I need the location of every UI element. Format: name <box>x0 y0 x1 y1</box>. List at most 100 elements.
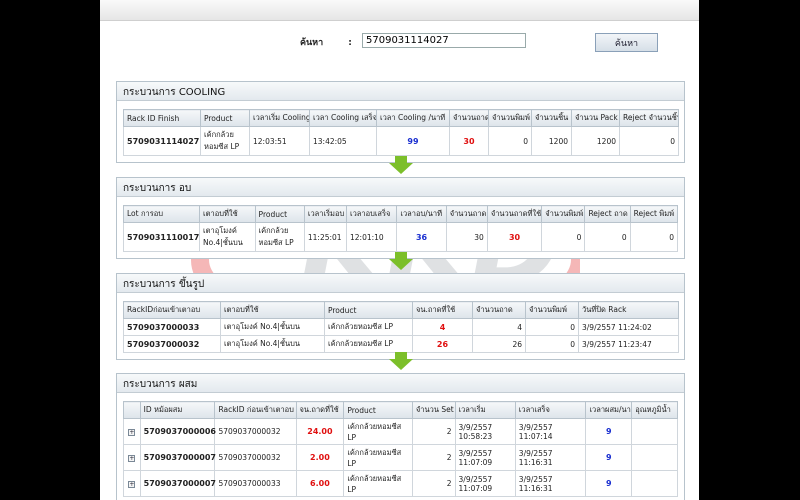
bake-panel: กระบวนการ อบ Lot การอบ เตาอบที่ใช้ Produ… <box>116 177 685 259</box>
column-header[interactable]: เวลาเริ่ม <box>454 401 516 419</box>
end-time-cell: 3/9/2557 11:16:31 <box>514 470 587 497</box>
mixing-panel: กระบวนการ ผสม ID หม้อผสม RackID ก่อนเข้า… <box>116 373 685 500</box>
column-header[interactable]: เวลาเสร็จ <box>514 401 587 419</box>
rack-id-cell: 5709031114027 <box>123 126 201 156</box>
end-time-cell: 3/9/2557 11:07:14 <box>514 418 587 445</box>
product-cell: เค้กกล้วยหอมซีส LP <box>324 318 413 336</box>
closed-date-cell: 3/9/2557 11:23:47 <box>578 335 679 353</box>
column-header[interactable]: Product <box>254 205 305 223</box>
column-header[interactable]: RackIDก่อนเข้าเตาอบ <box>123 301 221 319</box>
sets-cell: 2 <box>411 444 456 471</box>
expand-plus-icon[interactable]: + <box>128 481 136 488</box>
minutes-cell: 9 <box>585 418 633 445</box>
column-header[interactable]: อุณหภูมิน้ำ <box>631 401 678 419</box>
water-temp-cell <box>631 470 678 497</box>
column-header[interactable]: จำนวนถาด <box>449 109 489 127</box>
search-bar: ค้นหา : ค้นหา <box>100 33 699 53</box>
start-time-cell: 12:03:51 <box>249 126 310 156</box>
column-header[interactable]: เวลาอบเสร็จ <box>346 205 398 223</box>
forming-table: RackIDก่อนเข้าเตาอบ เตาอบที่ใช้ Product … <box>123 301 679 353</box>
column-header[interactable]: เวลา Cooling /นาที <box>376 109 450 127</box>
start-time-cell: 3/9/2557 11:07:09 <box>454 470 516 497</box>
search-button[interactable]: ค้นหา <box>595 33 658 52</box>
column-header[interactable]: จำนวนพิมพ์ <box>488 109 532 127</box>
column-header[interactable]: Product <box>200 109 250 127</box>
prints-cell: 0 <box>525 318 579 336</box>
column-header[interactable]: จำนวนพิมพ์ <box>525 301 579 319</box>
minutes-cell: 9 <box>585 444 633 471</box>
sets-cell: 2 <box>411 418 456 445</box>
table-row[interactable]: 5709037000032 เตาอุโมงค์ No.4|ชั้นบน เค้… <box>123 335 679 353</box>
trays-cell: 30 <box>449 126 489 156</box>
table-row[interactable]: 5709037000033 เตาอุโมงค์ No.4|ชั้นบน เค้… <box>123 318 679 336</box>
column-header[interactable]: Reject พิมพ์ <box>629 205 679 223</box>
column-header[interactable]: เตาอบที่ใช้ <box>220 301 325 319</box>
column-header[interactable]: เวลาผสม/นาที <box>585 401 633 419</box>
column-header[interactable]: เวลาเริ่ม Cooling <box>249 109 310 127</box>
mixer-id-cell: 5709037000007 <box>139 444 216 471</box>
column-header[interactable]: Product <box>324 301 413 319</box>
expand-plus-icon[interactable]: + <box>128 429 136 436</box>
product-cell: เค้กกล้วยหอมซีส LP <box>324 335 413 353</box>
column-header[interactable]: จำนวนถาดที่ใช้ <box>486 205 543 223</box>
column-header[interactable]: จำนวน Pack <box>571 109 620 127</box>
column-header[interactable]: RackID ก่อนเข้าเตาอบ <box>214 401 297 419</box>
end-time-cell: 12:01:10 <box>346 222 398 252</box>
prints-cell: 0 <box>525 335 579 353</box>
column-header[interactable]: ID หม้อผสม <box>139 401 216 419</box>
closed-date-cell: 3/9/2557 11:24:02 <box>578 318 679 336</box>
column-header[interactable]: วันที่ปิด Rack <box>578 301 679 319</box>
column-header[interactable]: Reject ถาด <box>584 205 631 223</box>
column-header[interactable]: จำนวนถาด <box>472 301 526 319</box>
table-row[interactable]: + 5709037000007 5709037000033 6.00 เค้กก… <box>123 470 678 497</box>
start-time-cell: 11:25:01 <box>303 222 348 252</box>
column-header[interactable]: เวลาอบ/นาที <box>396 205 447 223</box>
column-header[interactable]: Product <box>343 401 413 419</box>
lot-cell: 5709031110017 <box>122 222 201 252</box>
flow-arrow-down-icon <box>389 156 413 174</box>
mixing-panel-title: กระบวนการ ผสม <box>117 374 684 393</box>
column-header[interactable]: จำนวนถาด <box>445 205 488 223</box>
column-header[interactable]: จำนวน Set <box>411 401 456 419</box>
prints-cell: 0 <box>541 222 586 252</box>
start-time-cell: 3/9/2557 11:07:09 <box>454 444 516 471</box>
column-header[interactable]: เวลาเริ่มอบ <box>303 205 348 223</box>
end-time-cell: 3/9/2557 11:16:31 <box>514 444 587 471</box>
column-header[interactable]: เตาอบที่ใช้ <box>199 205 256 223</box>
flow-arrow-down-icon <box>389 352 413 370</box>
oven-cell: เตาอุโมงค์ No.4|ชั้นบน <box>199 222 256 252</box>
minutes-cell: 36 <box>396 222 447 252</box>
oven-cell: เตาอุโมงค์ No.4|ชั้นบน <box>220 318 325 336</box>
cooling-table: Rack ID Finish Product เวลาเริ่ม Cooling… <box>123 109 679 156</box>
column-header[interactable]: Rack ID Finish <box>123 109 201 127</box>
table-row[interactable]: 5709031110017 เตาอุโมงค์ No.4|ชั้นบน เค้… <box>122 222 679 252</box>
pieces-cell: 1200 <box>531 126 572 156</box>
column-header[interactable]: จน.ถาดที่ใช้ <box>295 401 345 419</box>
water-temp-cell <box>631 444 678 471</box>
expand-row-cell: + <box>123 444 141 471</box>
trays-used-cell: 26 <box>412 335 473 353</box>
trays-cell: 26 <box>472 335 526 353</box>
table-row[interactable]: 5709031114027 เค้กกล้วยหอมซีส LP 12:03:5… <box>123 126 679 156</box>
trays-used-cell: 4 <box>412 318 473 336</box>
column-header[interactable]: Lot การอบ <box>122 205 201 223</box>
table-row[interactable]: + 5709037000007 5709037000032 2.00 เค้กก… <box>123 444 678 471</box>
packs-cell: 1200 <box>571 126 620 156</box>
column-header[interactable]: จำนวนพิมพ์ <box>541 205 586 223</box>
search-input[interactable] <box>362 33 526 48</box>
column-header[interactable]: จน.ถาดที่ใช้ <box>412 301 473 319</box>
product-cell: เค้กกล้วยหอมซีส LP <box>254 222 305 252</box>
reject-cell: 0 <box>619 126 679 156</box>
expand-plus-icon[interactable]: + <box>128 455 136 462</box>
end-time-cell: 13:42:05 <box>309 126 377 156</box>
product-cell: เค้กกล้วยหอมซีส LP <box>343 418 413 445</box>
column-header[interactable]: จำนวนชิ้น <box>531 109 572 127</box>
bake-header-row: Lot การอบ เตาอบที่ใช้ Product เวลาเริ่มอ… <box>122 205 679 223</box>
reject-print-cell: 0 <box>629 222 679 252</box>
column-header[interactable]: Reject จำนวนชิ้น <box>619 109 679 127</box>
mixer-id-cell: 5709037000007 <box>139 470 216 497</box>
column-header[interactable]: เวลา Cooling เสร็จ <box>309 109 377 127</box>
search-label: ค้นหา : <box>300 38 352 48</box>
table-row[interactable]: + 5709037000006 5709037000032 24.00 เค้ก… <box>123 418 678 445</box>
expand-row-cell: + <box>123 418 141 445</box>
